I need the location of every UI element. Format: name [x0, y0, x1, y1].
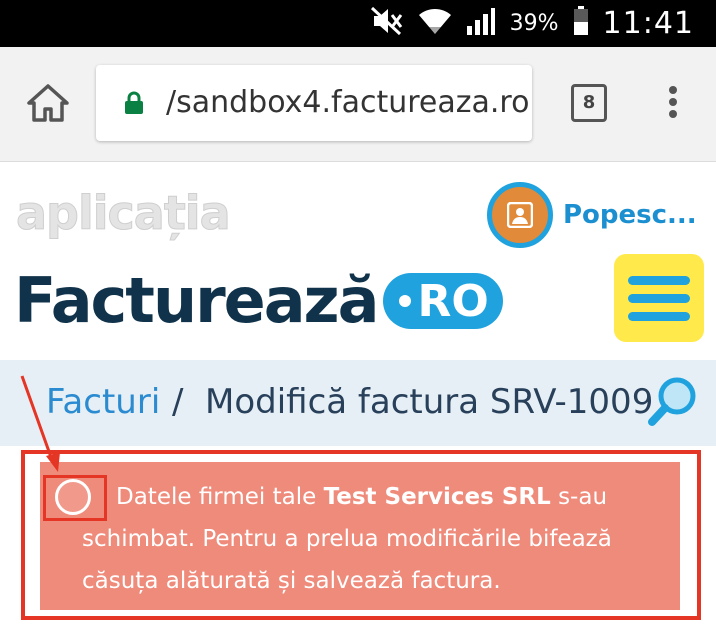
battery-percent: 39%	[509, 11, 559, 36]
overflow-menu-icon[interactable]	[665, 86, 681, 122]
home-icon	[27, 84, 69, 122]
search-icon	[648, 377, 696, 426]
brand-logo[interactable]: Facturează RO	[14, 266, 503, 336]
battery-icon	[573, 6, 589, 41]
company-name: Test Services SRL	[323, 484, 551, 510]
app-label: aplicația	[16, 186, 232, 241]
search-button[interactable]	[647, 374, 699, 428]
address-bar[interactable]: /sandbox4.factureaza.ro	[96, 65, 532, 141]
page-title: Modifică factura SRV-1009	[205, 382, 654, 422]
user-icon	[507, 202, 533, 228]
url-text: /sandbox4.factureaza.ro	[166, 85, 530, 120]
mute-icon	[370, 6, 404, 41]
annotation-arrow-icon	[20, 375, 60, 472]
brand-name: Facturează	[14, 264, 379, 337]
site-header: aplicația Facturează RO Popesc...	[0, 162, 716, 360]
wifi-icon	[418, 6, 452, 41]
user-menu[interactable]: Popesc...	[487, 182, 697, 248]
brand-domain-pill: RO	[383, 273, 503, 329]
home-button[interactable]	[26, 83, 70, 123]
brand-domain: RO	[417, 275, 489, 327]
user-name: Popesc...	[563, 200, 697, 230]
alert-message: Datele firmei tale Test Services SRL s-a…	[82, 484, 612, 594]
clock: 11:41	[602, 6, 694, 41]
signal-icon	[466, 6, 496, 41]
lock-icon	[125, 91, 143, 114]
breadcrumb: Facturi / Modifică factura SRV-1009	[0, 360, 716, 446]
status-bar: 39% 11:41	[0, 0, 716, 47]
browser-toolbar: /sandbox4.factureaza.ro 8	[0, 47, 716, 162]
company-data-changed-alert: Datele firmei tale Test Services SRL s-a…	[40, 462, 680, 610]
breadcrumb-separator: /	[172, 382, 184, 422]
tabs-button[interactable]: 8	[571, 84, 607, 122]
annotation-checkbox-highlight	[43, 475, 107, 521]
hamburger-menu-button[interactable]	[614, 254, 704, 342]
avatar	[487, 182, 553, 248]
